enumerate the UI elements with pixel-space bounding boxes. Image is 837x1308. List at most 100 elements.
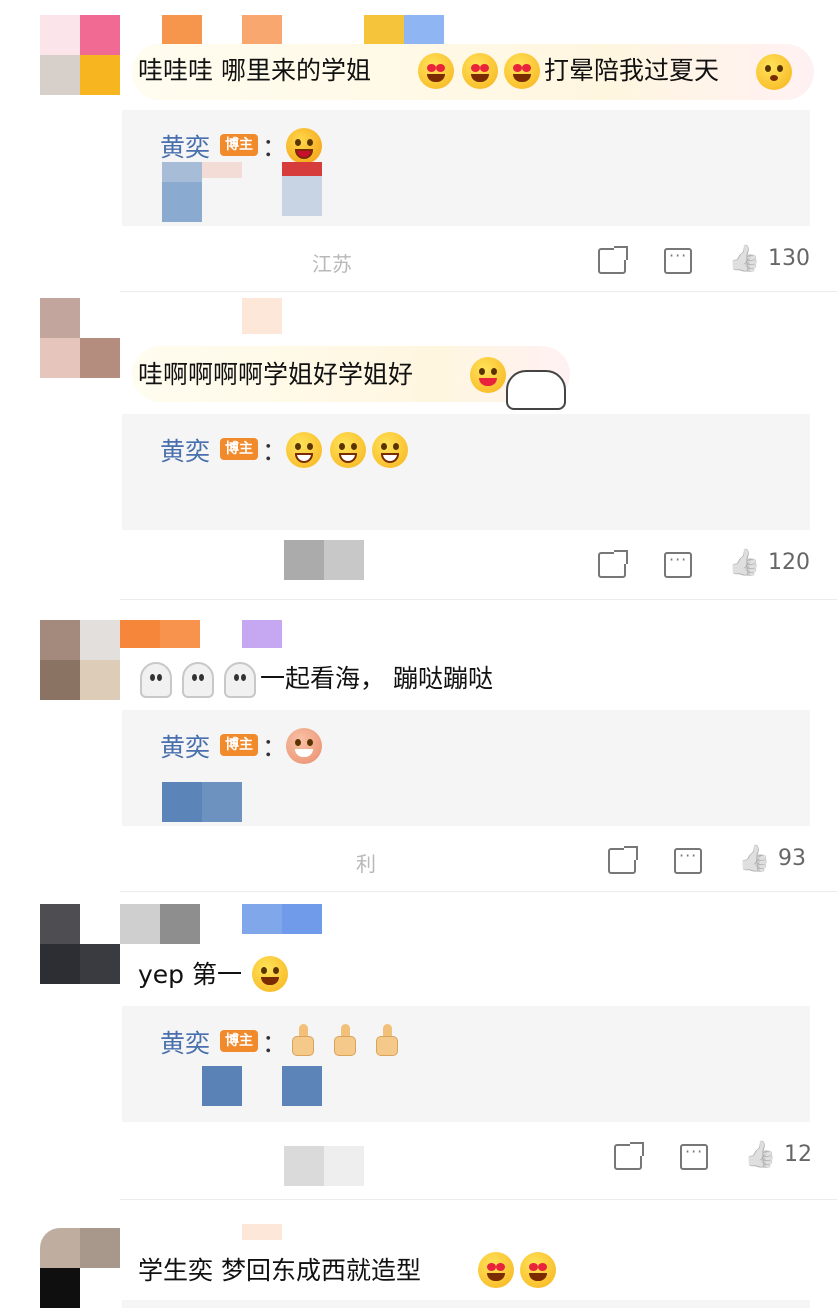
image-blur <box>324 540 364 580</box>
like-count: 120 <box>768 550 810 575</box>
like-count: 130 <box>768 246 810 271</box>
location: 利 <box>356 852 376 876</box>
thumbs-up-icon <box>292 1024 314 1056</box>
reply-colon: ： <box>262 133 288 162</box>
image-blur <box>202 782 242 822</box>
like-icon[interactable] <box>728 248 756 274</box>
like-icon[interactable] <box>744 1144 772 1170</box>
like-icon[interactable] <box>738 848 766 874</box>
comment-text: yep 第一 <box>138 960 242 989</box>
avatar <box>80 660 120 700</box>
image-blur <box>202 162 242 178</box>
emoji-icon <box>520 1252 556 1288</box>
username-blur <box>364 15 404 45</box>
emoji-icon <box>756 54 792 90</box>
username-blur[interactable] <box>120 620 160 648</box>
comment-text: 学生奕 梦回东成西就造型 <box>138 1256 421 1285</box>
location: 江苏 <box>312 252 352 276</box>
avatar <box>80 1228 120 1268</box>
username-blur[interactable] <box>242 1224 282 1240</box>
blogger-badge: 博主 <box>220 734 258 756</box>
emoji-icon <box>372 432 408 468</box>
blogger-badge: 博主 <box>220 134 258 156</box>
comment-item: 学生奕 梦回东成西就造型 <box>0 1200 837 1308</box>
avatar[interactable] <box>40 620 80 660</box>
avatar <box>40 660 80 700</box>
share-icon[interactable] <box>598 246 628 274</box>
reply-author[interactable]: 黄奕 <box>160 128 210 164</box>
reply-colon: ： <box>262 1029 288 1058</box>
reply-box[interactable]: 黄奕 博主 ： <box>122 414 810 530</box>
image-blur <box>162 782 202 822</box>
avatar <box>40 1268 80 1308</box>
image-blur <box>162 182 202 222</box>
emoji-icon <box>504 53 540 89</box>
avatar[interactable] <box>40 904 80 944</box>
avatar[interactable] <box>40 1228 80 1268</box>
image-blur <box>282 1066 322 1106</box>
username-blur[interactable] <box>242 298 282 334</box>
username-blur[interactable] <box>120 904 160 944</box>
reply-author[interactable]: 黄奕 <box>160 1024 210 1060</box>
share-icon[interactable] <box>614 1142 644 1170</box>
image-blur <box>282 176 322 216</box>
thumbs-up-icon <box>334 1024 356 1056</box>
username-blur <box>282 904 322 934</box>
reply-box[interactable] <box>122 1300 810 1308</box>
like-count: 12 <box>784 1142 812 1167</box>
ghost-icon <box>224 662 256 698</box>
ghost-icon <box>140 662 172 698</box>
username-blur <box>242 620 282 648</box>
share-icon[interactable] <box>608 846 638 874</box>
comment-item: 一起看海， 蹦哒蹦哒 黄奕 博主 ： 利 93 <box>0 600 837 892</box>
comment-text: 哇啊啊啊啊学姐好学姐好 <box>138 360 414 389</box>
image-blur <box>284 540 324 580</box>
image-blur <box>324 1146 364 1186</box>
action-bar: 93 <box>606 846 836 886</box>
ghost-icon <box>182 662 214 698</box>
avatar <box>80 15 120 55</box>
avatar <box>80 338 120 378</box>
comment-icon[interactable] <box>664 550 692 578</box>
avatar <box>40 338 80 378</box>
like-icon[interactable] <box>728 552 756 578</box>
emoji-icon <box>286 432 322 468</box>
comment-item: yep 第一 黄奕 博主 ： 12 <box>0 892 837 1200</box>
reply-author[interactable]: 黄奕 <box>160 432 210 468</box>
username-blur <box>404 15 444 45</box>
comment-item: 哇啊啊啊啊学姐好学姐好 黄奕 博主 ： 120 <box>0 292 837 600</box>
reply-box[interactable]: 黄奕 博主 ： <box>122 110 810 226</box>
dog-sticker <box>506 370 566 410</box>
comment-text-tail: 打晕陪我过夏天 <box>544 56 720 85</box>
share-icon[interactable] <box>598 550 628 578</box>
emoji-icon <box>286 728 322 764</box>
comment-text: 哇哇哇 哪里来的学姐 <box>138 56 371 85</box>
username-blur <box>242 904 282 934</box>
avatar[interactable] <box>40 15 80 55</box>
comment-icon[interactable] <box>680 1142 708 1170</box>
action-bar: 12 <box>612 1142 836 1182</box>
username-blur <box>160 904 200 944</box>
emoji-icon <box>286 128 322 164</box>
emoji-icon <box>252 956 288 992</box>
comment-icon[interactable] <box>664 246 692 274</box>
username-blur <box>160 620 200 648</box>
reply-box[interactable]: 黄奕 博主 ： <box>122 710 810 826</box>
reply-author[interactable]: 黄奕 <box>160 728 210 764</box>
avatar[interactable] <box>40 298 80 338</box>
comment-icon[interactable] <box>674 846 702 874</box>
avatar <box>80 55 120 95</box>
emoji-icon <box>478 1252 514 1288</box>
reply-box[interactable]: 黄奕 博主 ： <box>122 1006 810 1122</box>
emoji-icon <box>418 53 454 89</box>
blogger-badge: 博主 <box>220 1030 258 1052</box>
avatar <box>80 620 120 660</box>
comment-text: 一起看海， 蹦哒蹦哒 <box>260 664 493 693</box>
avatar <box>40 55 80 95</box>
emoji-icon <box>462 53 498 89</box>
image-blur <box>202 1066 242 1106</box>
action-bar: 120 <box>596 550 836 590</box>
emoji-icon <box>330 432 366 468</box>
image-blur <box>282 162 322 176</box>
emoji-icon <box>470 357 506 393</box>
